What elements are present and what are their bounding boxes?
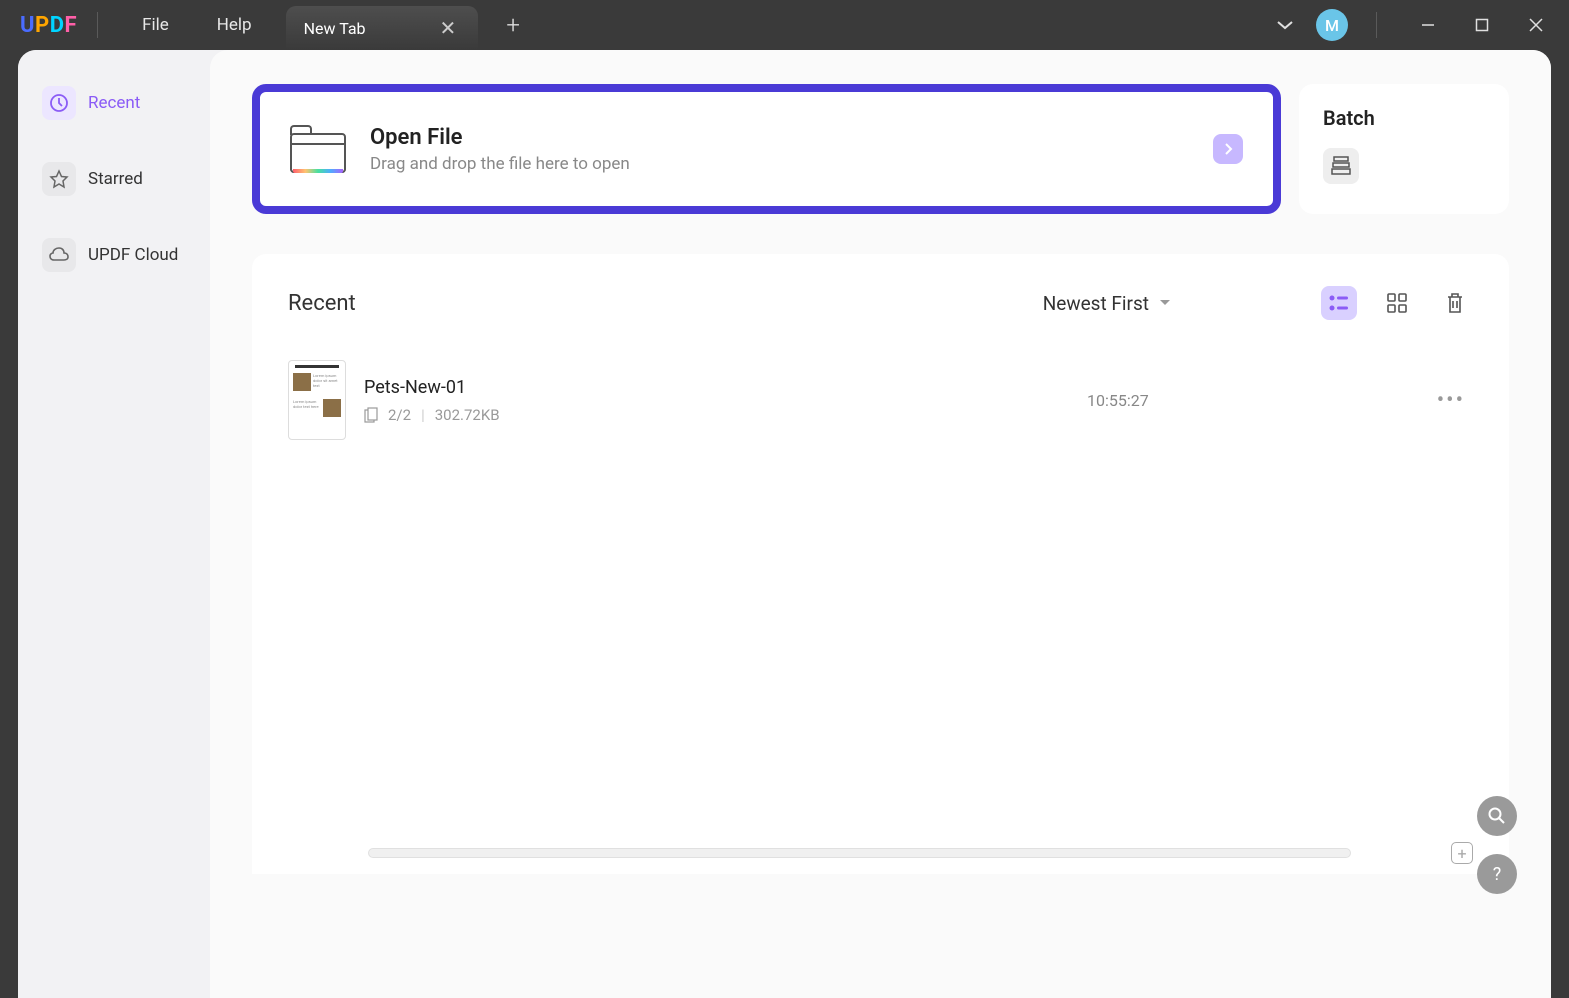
clock-icon — [42, 86, 76, 120]
triangle-down-icon — [1159, 299, 1171, 307]
open-file-subtitle: Drag and drop the file here to open — [370, 154, 1213, 174]
close-window-button[interactable] — [1513, 0, 1559, 50]
titlebar: UPDF File Help New Tab ✕ + M — [0, 0, 1569, 50]
sidebar: Recent Starred UPDF Cloud — [18, 50, 210, 998]
file-menu[interactable]: File — [118, 0, 193, 50]
sort-label: Newest First — [1043, 292, 1149, 315]
recent-title: Recent — [288, 291, 356, 316]
sidebar-label: Recent — [88, 93, 140, 113]
batch-card: Batch — [1299, 84, 1509, 214]
file-name: Pets-New-01 — [364, 377, 1087, 398]
sort-dropdown[interactable]: Newest First — [1043, 292, 1171, 315]
minimize-button[interactable] — [1405, 0, 1451, 50]
list-view-button[interactable] — [1321, 286, 1357, 320]
help-menu[interactable]: Help — [193, 0, 276, 50]
file-pages: 2/2 — [388, 406, 411, 424]
batch-combine-button[interactable] — [1323, 148, 1359, 184]
chevron-down-icon[interactable] — [1262, 11, 1308, 39]
sidebar-item-starred[interactable]: Starred — [32, 154, 196, 204]
star-icon — [42, 162, 76, 196]
sidebar-item-cloud[interactable]: UPDF Cloud — [32, 230, 196, 280]
file-time: 10:55:27 — [1087, 391, 1149, 410]
sidebar-label: UPDF Cloud — [88, 245, 178, 265]
open-file-card[interactable]: Open File Drag and drop the file here to… — [252, 84, 1281, 214]
separator — [1376, 12, 1377, 38]
delete-button[interactable] — [1437, 286, 1473, 320]
app-logo: UPDF — [20, 13, 77, 38]
bottom-bar: + — [288, 838, 1473, 868]
sidebar-item-recent[interactable]: Recent — [32, 78, 196, 128]
sidebar-label: Starred — [88, 169, 143, 189]
open-file-title: Open File — [370, 125, 1213, 150]
tab-new[interactable]: New Tab ✕ — [286, 6, 479, 50]
more-options-button[interactable]: ••• — [1429, 384, 1473, 417]
tab-label: New Tab — [304, 19, 436, 38]
scrollbar[interactable] — [368, 848, 1351, 858]
pages-icon — [364, 407, 378, 423]
recent-panel: Recent Newest First — [252, 254, 1509, 874]
file-thumbnail: Lorem ipsum dolor sit amet text Lorem ip… — [288, 360, 346, 440]
grid-view-button[interactable] — [1379, 286, 1415, 320]
batch-title: Batch — [1323, 106, 1485, 130]
chevron-right-icon — [1213, 134, 1243, 164]
maximize-button[interactable] — [1459, 0, 1505, 50]
search-float-button[interactable] — [1477, 796, 1517, 836]
main-area: Open File Drag and drop the file here to… — [210, 50, 1551, 998]
add-tab-button[interactable]: + — [506, 11, 520, 39]
add-button[interactable]: + — [1451, 842, 1473, 864]
cloud-icon — [42, 238, 76, 272]
content-area: Recent Starred UPDF Cloud — [18, 50, 1551, 998]
file-size: 302.72KB — [435, 406, 500, 424]
folder-icon — [290, 125, 346, 173]
separator — [97, 12, 98, 38]
avatar[interactable]: M — [1316, 9, 1348, 41]
close-tab-icon[interactable]: ✕ — [436, 16, 461, 40]
file-row[interactable]: Lorem ipsum dolor sit amet text Lorem ip… — [288, 346, 1473, 454]
help-float-button[interactable]: ? — [1477, 854, 1517, 894]
